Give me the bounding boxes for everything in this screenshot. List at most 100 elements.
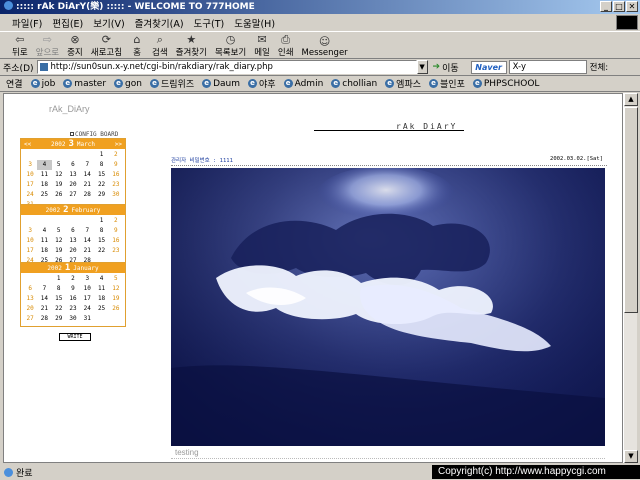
calendar-day[interactable]: 22 (52, 304, 66, 314)
calendar-day[interactable]: 1 (94, 150, 108, 160)
toolbar-button-8[interactable]: ✉ 메일 (250, 32, 274, 59)
calendar-day[interactable]: 9 (109, 160, 123, 170)
link-item[interactable]: e 엠파스 (385, 77, 421, 90)
calendar-day[interactable]: 7 (37, 284, 51, 294)
calendar-day[interactable]: 4 (37, 160, 52, 170)
link-item[interactable]: e 드림위즈 (149, 77, 194, 90)
calendar-day[interactable]: 3 (80, 274, 94, 284)
calendar-day[interactable]: 21 (80, 180, 94, 190)
calendar-day[interactable]: 20 (23, 304, 37, 314)
calendar-day[interactable]: 30 (66, 314, 80, 324)
calendar-day[interactable]: 2 (109, 216, 123, 226)
link-item[interactable]: e chollian (331, 79, 377, 89)
maximize-button[interactable]: □ (613, 1, 625, 12)
calendar-day[interactable]: 9 (66, 284, 80, 294)
calendar-day[interactable]: 7 (80, 226, 94, 236)
calendar-day[interactable]: 11 (37, 236, 51, 246)
calendar-day[interactable]: 10 (80, 284, 94, 294)
calendar-day[interactable]: 28 (80, 190, 94, 200)
calendar-day[interactable]: 5 (52, 226, 66, 236)
menu-edit[interactable]: 편집(E) (52, 16, 83, 30)
calendar-day[interactable]: 9 (109, 226, 123, 236)
calendar-day[interactable]: 2 (109, 150, 123, 160)
calendar-day[interactable]: 3 (23, 160, 37, 170)
calendar-day[interactable]: 13 (66, 170, 80, 180)
calendar-day[interactable]: 4 (94, 274, 108, 284)
calendar-day[interactable]: 13 (66, 236, 80, 246)
menu-tools[interactable]: 도구(T) (194, 16, 225, 30)
calendar-day[interactable]: 23 (109, 180, 123, 190)
calendar-day[interactable]: 11 (37, 170, 51, 180)
toolbar-button-6[interactable]: ★ 즐겨찾기 (172, 32, 211, 59)
calendar-day[interactable]: 27 (23, 314, 37, 324)
naver-search-input[interactable]: X-y (508, 60, 587, 74)
link-item[interactable]: e job (30, 79, 55, 89)
scroll-thumb[interactable] (624, 107, 638, 313)
calendar-day[interactable]: 6 (66, 160, 80, 170)
toolbar-button-0[interactable]: ⇦ 뒤로 (8, 32, 32, 59)
toolbar-button-1[interactable]: ⇨ 앞으로 (32, 32, 63, 59)
link-item[interactable]: e master (63, 79, 106, 89)
link-item[interactable]: e 블인포 (429, 77, 465, 90)
calendar-day[interactable]: 31 (80, 314, 94, 324)
calendar-day[interactable]: 12 (52, 236, 66, 246)
menu-help[interactable]: 도움말(H) (234, 16, 275, 30)
toolbar-button-4[interactable]: ⌂ 홈 (126, 32, 148, 59)
calendar-day[interactable]: 18 (94, 294, 108, 304)
calendar-day[interactable]: 26 (52, 190, 66, 200)
calendar-day[interactable]: 8 (94, 160, 108, 170)
menu-favorites[interactable]: 즐겨찾기(A) (135, 16, 184, 30)
go-button[interactable]: 이동 (442, 61, 459, 74)
calendar-day[interactable]: 12 (109, 284, 123, 294)
calendar-day[interactable]: 17 (80, 294, 94, 304)
calendar-day[interactable]: 30 (109, 190, 123, 200)
write-button[interactable]: WRITE (59, 333, 91, 341)
config-board-link[interactable]: CONFIG BOARD (70, 131, 118, 138)
calendar-day[interactable]: 14 (37, 294, 51, 304)
link-item[interactable]: e gon (114, 79, 142, 89)
calendar-day[interactable]: 22 (94, 180, 108, 190)
calendar-day[interactable]: 1 (94, 216, 108, 226)
calendar-day[interactable]: 29 (52, 314, 66, 324)
calendar-day[interactable]: 15 (94, 236, 108, 246)
calendar-day[interactable]: 17 (23, 246, 37, 256)
calendar-day[interactable]: 7 (80, 160, 94, 170)
address-dropdown-icon[interactable]: ▼ (416, 60, 428, 74)
calendar-day[interactable]: 18 (37, 180, 51, 190)
calendar-day[interactable]: 16 (109, 236, 123, 246)
calendar-day[interactable]: 23 (66, 304, 80, 314)
calendar-day[interactable]: 29 (94, 190, 108, 200)
calendar-day[interactable]: 1 (52, 274, 66, 284)
calendar-day[interactable]: 19 (52, 246, 66, 256)
calendar-day[interactable]: 15 (52, 294, 66, 304)
calendar-day[interactable]: 11 (94, 284, 108, 294)
calendar-day[interactable]: 17 (23, 180, 37, 190)
calendar-day[interactable]: 3 (23, 226, 37, 236)
link-item[interactable]: e Admin (283, 79, 323, 89)
toolbar-button-5[interactable]: ⌕ 검색 (148, 32, 172, 59)
address-input[interactable]: http://sun0sun.x-y.net/cgi-bin/rakdiary/… (36, 60, 417, 74)
link-item[interactable]: e PHPSCHOOL (472, 79, 539, 89)
calendar-day[interactable]: 10 (23, 236, 37, 246)
calendar-day[interactable]: 15 (94, 170, 108, 180)
calendar-day[interactable]: 16 (66, 294, 80, 304)
calendar-day[interactable]: 2 (66, 274, 80, 284)
calendar-day[interactable]: 19 (52, 180, 66, 190)
naver-logo[interactable]: Naver (470, 60, 507, 74)
minimize-button[interactable]: _ (600, 1, 612, 12)
toolbar-button-7[interactable]: ◷ 목록보기 (211, 32, 250, 59)
calendar-day[interactable]: 25 (37, 190, 51, 200)
link-item[interactable]: e Daum (202, 79, 240, 89)
next-month-button[interactable]: >> (115, 141, 122, 148)
calendar-day[interactable]: 5 (52, 160, 66, 170)
toolbar-button-9[interactable]: ⎙ 인쇄 (274, 32, 298, 59)
close-button[interactable]: ✕ (626, 1, 638, 12)
go-arrow-icon[interactable]: ➔ (433, 62, 441, 72)
calendar-day[interactable]: 21 (37, 304, 51, 314)
calendar-day[interactable]: 16 (109, 170, 123, 180)
calendar-day[interactable]: 20 (66, 180, 80, 190)
calendar-day[interactable]: 6 (66, 226, 80, 236)
calendar-day[interactable]: 26 (109, 304, 123, 314)
calendar-day[interactable]: 18 (37, 246, 51, 256)
scroll-down-icon[interactable]: ▼ (624, 450, 638, 463)
